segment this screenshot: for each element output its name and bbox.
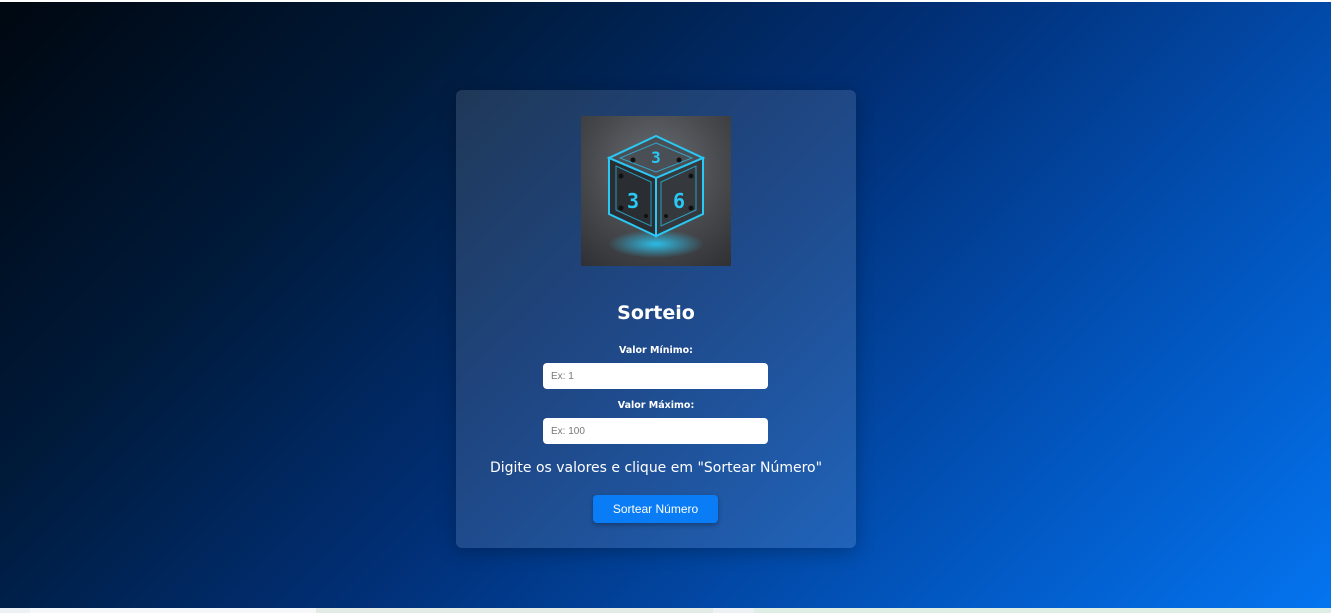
page-background: 3 3 6 Sorteio Valor Mínimo: Valor Máximo… — [0, 2, 1331, 608]
max-value-input[interactable] — [543, 418, 768, 444]
dice-icon: 3 3 6 — [581, 116, 731, 266]
min-value-input[interactable] — [543, 363, 768, 389]
dice-right-digit: 6 — [673, 189, 685, 213]
dice-top-digit: 3 — [651, 148, 661, 167]
dice-left-digit: 3 — [627, 189, 639, 213]
bottom-strip-segment — [754, 608, 1331, 613]
min-value-label: Valor Mínimo: — [619, 345, 693, 356]
draw-card: 3 3 6 Sorteio Valor Mínimo: Valor Máximo… — [456, 90, 856, 548]
max-value-label: Valor Máximo: — [617, 400, 695, 411]
draw-number-button[interactable]: Sortear Número — [593, 495, 718, 523]
bottom-strip — [0, 608, 1331, 613]
instruction-message: Digite os valores e clique em "Sortear N… — [489, 460, 823, 476]
page-title: Sorteio — [617, 302, 695, 324]
bottom-strip-segment — [30, 608, 316, 613]
bottom-strip-segment — [316, 608, 713, 613]
